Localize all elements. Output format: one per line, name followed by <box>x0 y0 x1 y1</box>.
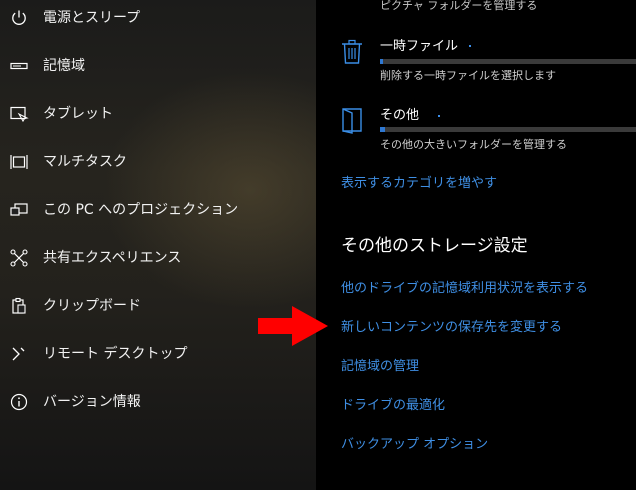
sidebar-item-multitask[interactable]: マルチタスク <box>0 144 316 180</box>
manage-storage-spaces-link[interactable]: 記憶域の管理 <box>341 355 419 374</box>
sidebar-item-projection[interactable]: この PC へのプロジェクション <box>0 192 316 228</box>
storage-icon <box>10 57 28 75</box>
sidebar-item-shared-experience[interactable]: 共有エクスペリエンス <box>0 240 316 276</box>
sidebar-item-power-sleep[interactable]: 電源とスリープ <box>0 0 316 36</box>
sidebar-item-label: バージョン情報 <box>43 394 141 410</box>
red-arrow-annotation <box>258 306 328 346</box>
sidebar-item-about[interactable]: バージョン情報 <box>0 384 316 420</box>
storage-content-pane: ピクチャ フォルダーを管理する 一時ファイル 削除する一時ファイルを選択します … <box>316 0 636 490</box>
category-dot <box>469 45 471 47</box>
settings-window: 電源とスリープ 記憶域 タブレット マルチタスク この PC へのプロジェクショ <box>0 0 636 490</box>
category-description: その他の大きいフォルダーを管理する <box>380 138 567 151</box>
view-other-drives-usage-link[interactable]: 他のドライブの記憶域利用状況を表示する <box>341 277 588 296</box>
sidebar-item-label: 電源とスリープ <box>43 10 141 26</box>
category-dot <box>438 115 440 117</box>
tablet-icon <box>10 105 29 123</box>
show-more-categories-link[interactable]: 表示するカテゴリを増やす <box>341 172 497 191</box>
sidebar-item-label: マルチタスク <box>43 154 127 170</box>
usage-bar <box>380 127 636 132</box>
category-title: 一時ファイル <box>380 39 459 54</box>
folder-other-icon <box>341 107 363 134</box>
usage-bar-fill <box>380 127 386 132</box>
sidebar-item-label: クリップボード <box>43 298 141 314</box>
sidebar-item-label: 共有エクスペリエンス <box>43 250 182 266</box>
backup-options-link[interactable]: バックアップ オプション <box>341 433 488 452</box>
sidebar-item-label: 記憶域 <box>43 58 85 74</box>
sidebar-item-label: リモート デスクトップ <box>43 346 188 362</box>
usage-bar <box>380 59 636 64</box>
info-icon <box>10 393 28 411</box>
category-description: 削除する一時ファイルを選択します <box>380 69 556 82</box>
shared-experience-icon <box>10 249 28 267</box>
trash-icon <box>341 39 363 65</box>
sidebar-item-tablet[interactable]: タブレット <box>0 96 316 132</box>
other-storage-settings-heading: その他のストレージ設定 <box>341 236 528 256</box>
optimize-drives-link[interactable]: ドライブの最適化 <box>341 394 445 413</box>
sidebar-item-label: タブレット <box>43 106 113 122</box>
sidebar: 電源とスリープ 記憶域 タブレット マルチタスク この PC へのプロジェクショ <box>0 0 316 490</box>
sidebar-item-label: この PC へのプロジェクション <box>43 202 239 218</box>
change-save-location-link[interactable]: 新しいコンテンツの保存先を変更する <box>341 316 562 335</box>
clipboard-icon <box>10 297 28 315</box>
category-title: その他 <box>380 108 420 123</box>
power-icon <box>10 9 28 27</box>
truncated-category-description: ピクチャ フォルダーを管理する <box>380 0 538 12</box>
sidebar-item-storage[interactable]: 記憶域 <box>0 48 316 84</box>
multitask-icon <box>10 153 28 171</box>
remote-desktop-icon <box>10 345 28 363</box>
usage-bar-fill <box>380 59 383 64</box>
projection-icon <box>10 201 28 219</box>
